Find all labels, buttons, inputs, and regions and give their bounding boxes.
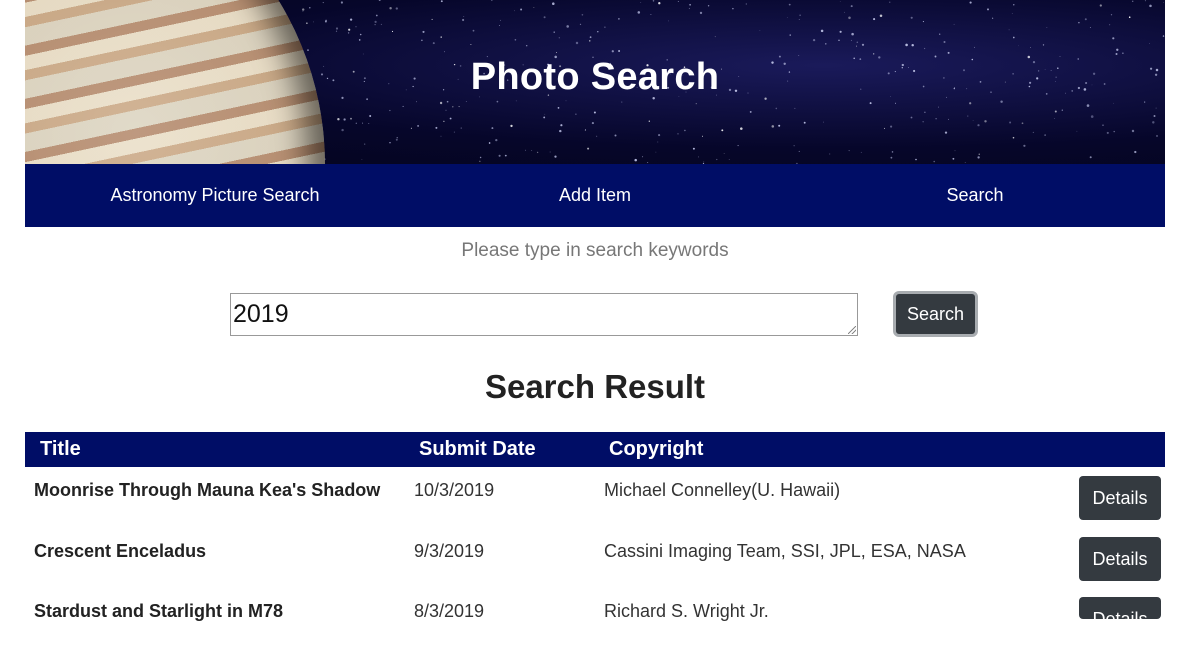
row-date: 9/3/2019 (414, 541, 485, 561)
top-nav: Astronomy Picture Search Add Item Search (25, 164, 1165, 227)
search-prompt: Please type in search keywords (461, 240, 729, 261)
search-button[interactable]: Search (893, 291, 978, 337)
search-input-value: 2019 (233, 300, 289, 328)
row-copyright: Cassini Imaging Team, SSI, JPL, ESA, NAS… (604, 541, 966, 561)
table-row: Moonrise Through Mauna Kea's Shadow 10/3… (25, 476, 1165, 540)
column-header-title: Title (40, 438, 81, 460)
row-date: 10/3/2019 (414, 480, 495, 500)
row-copyright: Michael Connelley(U. Hawaii) (604, 480, 841, 500)
table-row: Stardust and Starlight in M78 8/3/2019 R… (25, 597, 1165, 661)
column-header-submit-date: Submit Date (419, 438, 536, 460)
header-banner: Photo Search (25, 0, 1165, 164)
row-title: Crescent Enceladus (34, 541, 207, 561)
nav-item-astronomy-picture-search[interactable]: Astronomy Picture Search (25, 164, 405, 227)
resize-handle-icon[interactable] (848, 326, 856, 334)
nav-item-add-item[interactable]: Add Item (405, 164, 785, 227)
table-row: Crescent Enceladus 9/3/2019 Cassini Imag… (25, 537, 1165, 601)
details-button[interactable]: Details (1079, 597, 1161, 619)
nav-item-search[interactable]: Search (785, 164, 1165, 227)
results-table-header: Title Submit Date Copyright (25, 432, 1165, 467)
row-title: Moonrise Through Mauna Kea's Shadow (34, 480, 381, 500)
results-heading: Search Result (484, 368, 706, 405)
details-button[interactable]: Details (1079, 476, 1161, 520)
column-header-copyright: Copyright (609, 438, 704, 460)
search-input[interactable]: 2019 (230, 293, 858, 336)
details-button[interactable]: Details (1079, 537, 1161, 581)
page-title: Photo Search (470, 56, 720, 98)
